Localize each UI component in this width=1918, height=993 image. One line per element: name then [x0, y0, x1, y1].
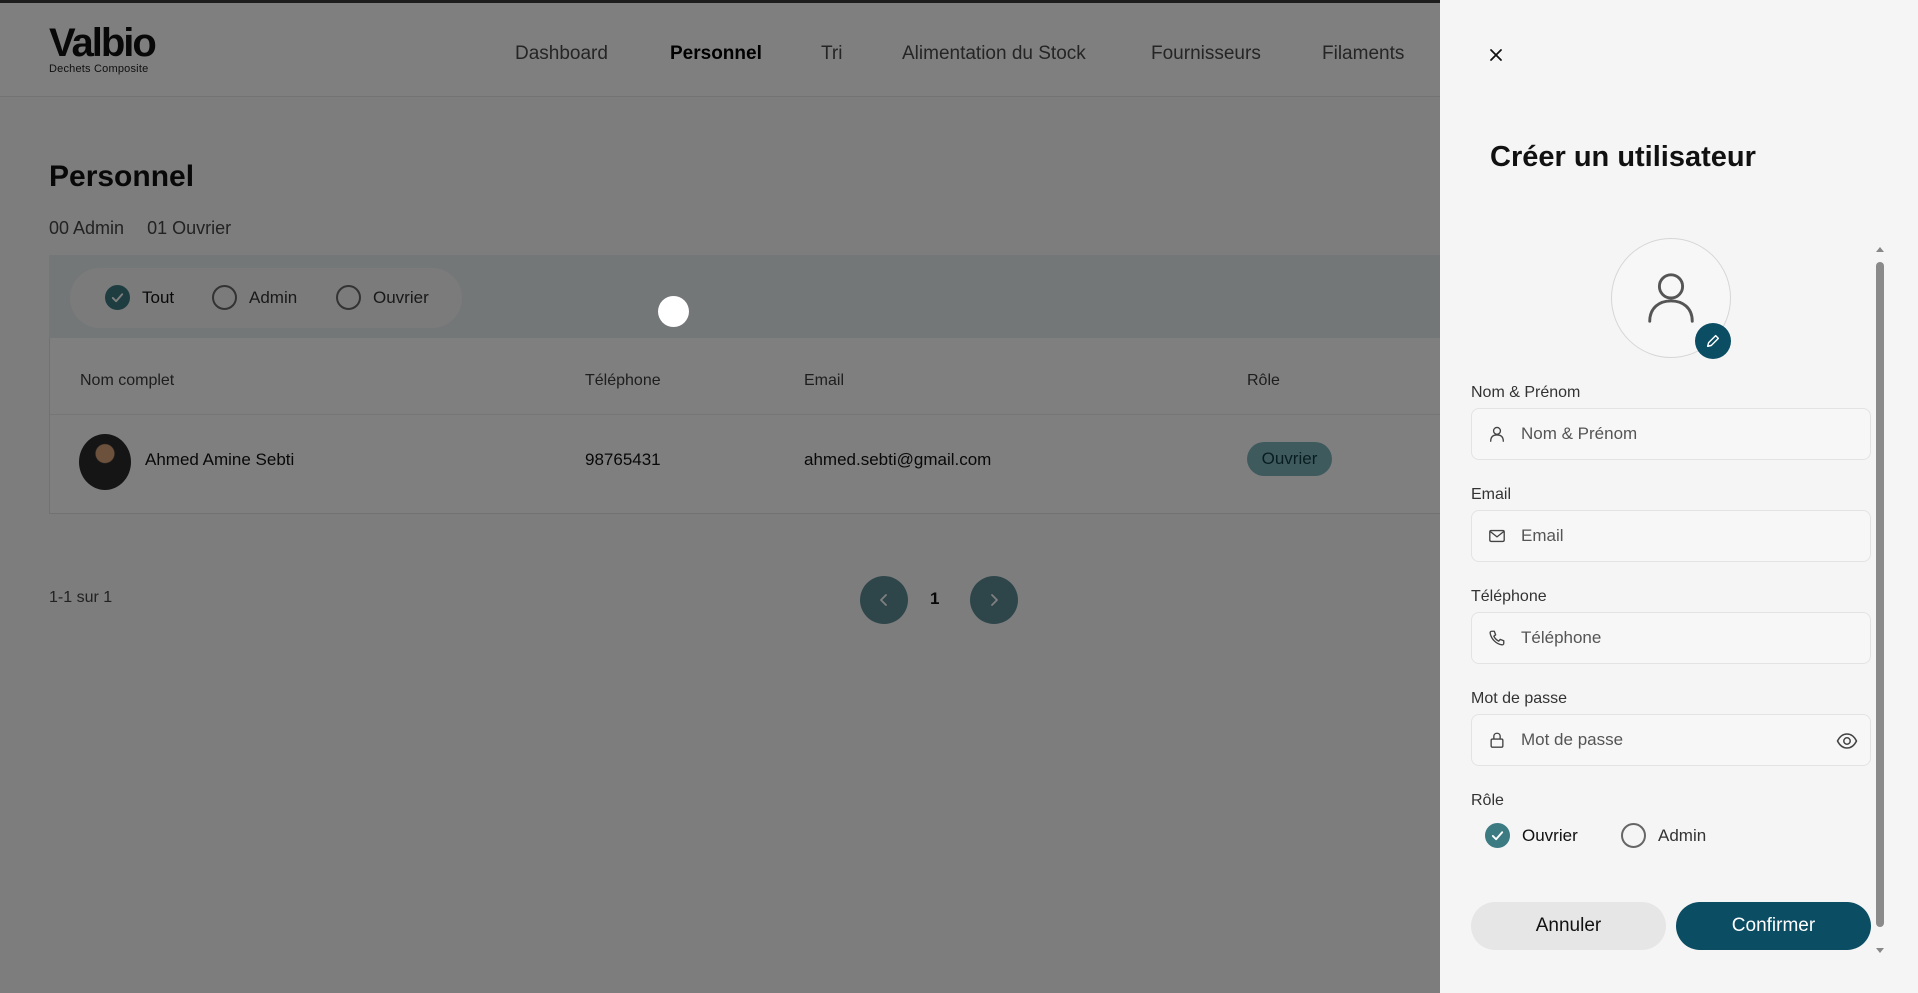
show-password-icon[interactable] — [1836, 730, 1858, 752]
name-field-label: Nom & Prénom — [1471, 384, 1581, 401]
pencil-icon — [1706, 334, 1720, 348]
scroll-up-arrow-icon[interactable] — [1874, 243, 1886, 255]
edit-photo-button[interactable] — [1695, 323, 1731, 359]
role-option-ouvrier[interactable]: Ouvrier — [1485, 823, 1578, 848]
phone-input[interactable] — [1521, 628, 1821, 648]
close-icon — [1490, 49, 1502, 61]
phone-field-label: Téléphone — [1471, 588, 1547, 605]
phone-icon — [1487, 628, 1507, 648]
scroll-down-arrow-icon[interactable] — [1874, 945, 1886, 957]
name-input[interactable] — [1521, 424, 1821, 444]
role-option-admin[interactable]: Admin — [1621, 823, 1706, 848]
role-admin-radio[interactable] — [1621, 823, 1646, 848]
role-field-label: Rôle — [1471, 792, 1504, 809]
email-field-label: Email — [1471, 486, 1512, 503]
user-avatar-icon — [1648, 273, 1694, 323]
mail-icon — [1487, 526, 1507, 546]
role-ouvrier-label: Ouvrier — [1522, 825, 1578, 845]
confirm-button[interactable]: Confirmer — [1676, 902, 1871, 950]
password-field[interactable] — [1471, 714, 1871, 766]
drawer-scrollbar-thumb[interactable] — [1876, 262, 1884, 927]
email-field[interactable] — [1471, 510, 1871, 562]
password-field-label: Mot de passe — [1471, 690, 1568, 707]
name-field[interactable] — [1471, 408, 1871, 460]
mouse-cursor — [658, 296, 689, 327]
drawer-title: Créer un utilisateur — [1490, 141, 1756, 173]
email-input[interactable] — [1521, 526, 1821, 546]
role-admin-label: Admin — [1658, 825, 1707, 845]
password-input[interactable] — [1521, 730, 1821, 750]
close-drawer-button[interactable] — [1485, 44, 1507, 66]
cancel-button[interactable]: Annuler — [1471, 902, 1666, 950]
user-icon — [1487, 424, 1507, 444]
lock-icon — [1487, 730, 1507, 750]
role-ouvrier-radio[interactable] — [1485, 823, 1510, 848]
phone-field[interactable] — [1471, 612, 1871, 664]
